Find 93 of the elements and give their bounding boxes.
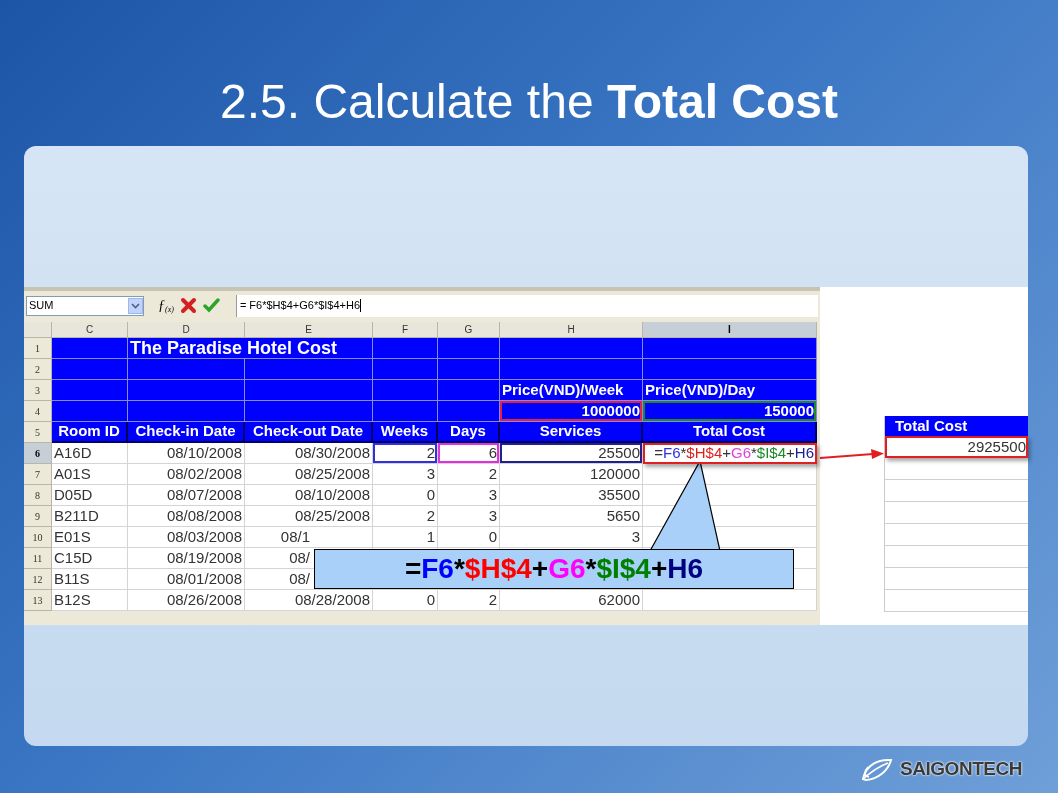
table-cell [438, 380, 500, 401]
table-cell: 08/28/2008 [245, 590, 373, 611]
table-cell: A16D [52, 443, 128, 464]
row-header[interactable]: 1 [24, 338, 52, 359]
column-header[interactable]: H [500, 322, 643, 338]
table-cell: 2925500 [885, 436, 1028, 458]
table-cell [373, 380, 438, 401]
name-box[interactable]: SUM [26, 295, 144, 316]
table-cell: The Paradise Hotel Cost [128, 338, 373, 359]
table-cell: 3 [438, 506, 500, 527]
table-cell: 3 [438, 485, 500, 506]
row-header[interactable]: 6 [24, 443, 52, 464]
column-heading: Room ID [52, 422, 128, 443]
table-cell: =F6*$H$4+G6*$I$4+H6 [643, 443, 817, 464]
formula-input[interactable]: = F6*$H$4+G6*$I$4+H6 [235, 294, 818, 317]
dropdown-icon[interactable] [128, 297, 143, 314]
table-cell: 3 [373, 464, 438, 485]
table-cell [373, 359, 438, 380]
table-cell: 08/26/2008 [128, 590, 245, 611]
column-heading: Weeks [373, 422, 438, 443]
column-heading: Total Cost [885, 416, 1028, 436]
table-cell: 2 [373, 443, 438, 464]
logo-icon [860, 756, 895, 783]
table-cell: 08/10/2008 [245, 485, 373, 506]
column-header[interactable]: D [128, 322, 245, 338]
table-cell: B11S [52, 569, 128, 590]
table-cell: 5650 [500, 506, 643, 527]
table-cell: 08/25/2008 [245, 464, 373, 485]
arrow [819, 448, 885, 462]
table-cell: 0 [373, 485, 438, 506]
table-cell: 2 [373, 506, 438, 527]
table-cell: 1000000 [500, 401, 643, 422]
row-header[interactable]: 9 [24, 506, 52, 527]
table-cell: 08/03/2008 [128, 527, 245, 548]
table-cell [373, 338, 438, 359]
table-cell: 0 [373, 590, 438, 611]
table-cell: 120000 [500, 464, 643, 485]
table-cell: 6 [438, 443, 500, 464]
table-cell: E01S [52, 527, 128, 548]
table-cell: B211D [52, 506, 128, 527]
table-cell: 08/10/2008 [128, 443, 245, 464]
table-cell: 62000 [500, 590, 643, 611]
table-cell: 2 [438, 464, 500, 485]
row-header[interactable]: 3 [24, 380, 52, 401]
table-cell: 08/02/2008 [128, 464, 245, 485]
table-cell [438, 338, 500, 359]
cancel-icon[interactable] [179, 297, 197, 314]
table-cell: 08/30/2008 [245, 443, 373, 464]
row-header[interactable]: 11 [24, 548, 52, 569]
table-cell: C15D [52, 548, 128, 569]
column-heading: Check-out Date [245, 422, 373, 443]
row-header[interactable]: 7 [24, 464, 52, 485]
function-button[interactable]: ƒ$_{(x)}$ [158, 296, 174, 315]
slide-title: 2.5. Calculate the Total Cost [220, 74, 838, 130]
row-header[interactable]: 10 [24, 527, 52, 548]
row-header[interactable]: 5 [24, 422, 52, 443]
column-heading: Services [500, 422, 643, 443]
table-cell: 1 [373, 527, 438, 548]
table-cell: Price(VND)/Day [643, 380, 817, 401]
table-cell [438, 359, 500, 380]
table-cell: A01S [52, 464, 128, 485]
table-cell: 25500 [500, 443, 643, 464]
accept-icon[interactable] [202, 298, 220, 313]
table-cell: 08/19/2008 [128, 548, 245, 569]
column-header[interactable]: G [438, 322, 500, 338]
column-header[interactable]: E [245, 322, 373, 338]
row-header[interactable]: 13 [24, 590, 52, 611]
column-header[interactable]: C [52, 322, 128, 338]
logo-text: SAIGONTECH [900, 757, 1022, 782]
row-header[interactable]: 8 [24, 485, 52, 506]
table-cell: Price(VND)/Week [500, 380, 643, 401]
table-cell: 08/01/2008 [128, 569, 245, 590]
table-cell [373, 401, 438, 422]
row-header[interactable]: 12 [24, 569, 52, 590]
table-cell: 08/08/2008 [128, 506, 245, 527]
column-heading: Days [438, 422, 500, 443]
row-header[interactable]: 2 [24, 359, 52, 380]
table-cell: D05D [52, 485, 128, 506]
table-cell [438, 401, 500, 422]
table-cell: 3 [500, 527, 643, 548]
table-cell: 2 [438, 590, 500, 611]
table-cell: 35500 [500, 485, 643, 506]
table-cell: 08/25/2008 [245, 506, 373, 527]
column-header[interactable]: I [643, 322, 817, 338]
table-cell: 0 [438, 527, 500, 548]
column-heading: Total Cost [643, 422, 817, 443]
column-heading: Check-in Date [128, 422, 245, 443]
row-header[interactable]: 4 [24, 401, 52, 422]
table-cell: 08/07/2008 [128, 485, 245, 506]
table-cell: B12S [52, 590, 128, 611]
table-cell: 08/1 [245, 527, 373, 548]
table-cell: 150000 [643, 401, 817, 422]
column-header[interactable]: F [373, 322, 438, 338]
